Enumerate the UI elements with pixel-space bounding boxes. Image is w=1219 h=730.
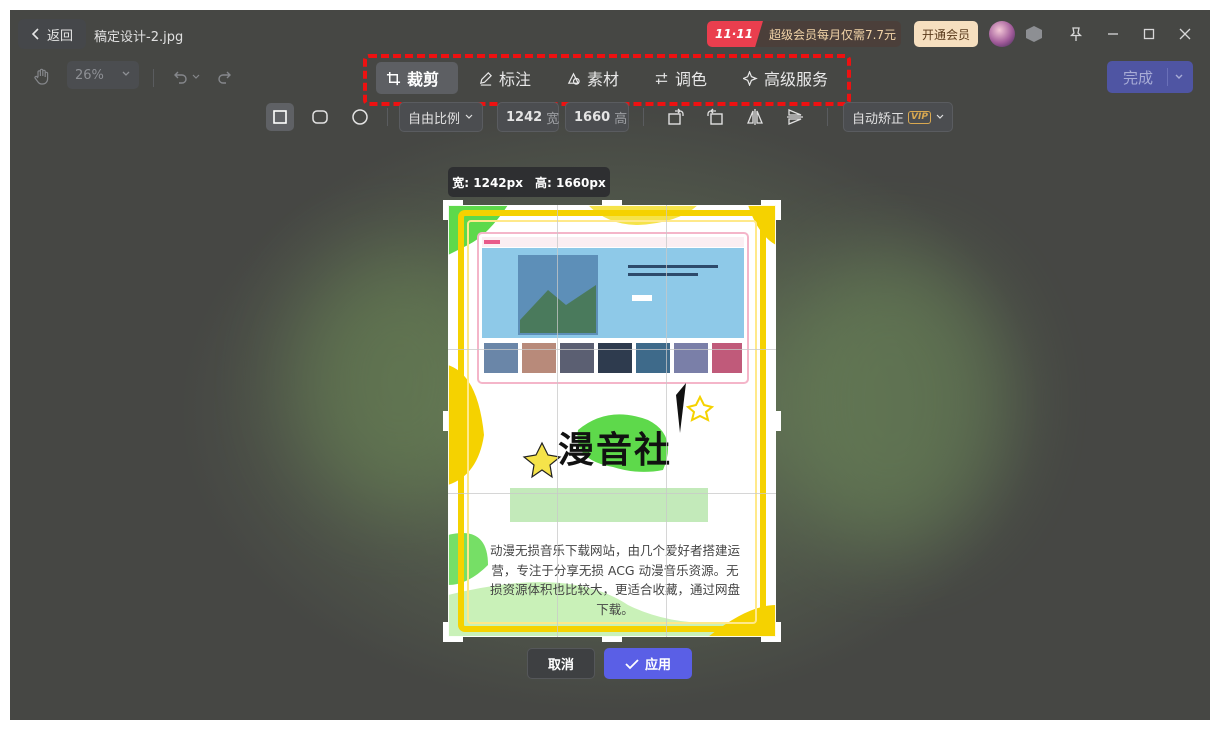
height-value: 1660 <box>574 109 611 125</box>
flip-vertical-icon[interactable] <box>785 107 805 127</box>
chevron-down-icon <box>936 114 944 119</box>
height-unit: 高 <box>614 111 628 127</box>
tooltip-height: 高: 1660px <box>535 175 606 190</box>
badge-icon[interactable] <box>1026 26 1042 42</box>
flip-horizontal-icon[interactable] <box>745 107 765 127</box>
main-toolbar: 26% 裁剪 标注 素材 调色 高级服务 完成 <box>10 54 1210 106</box>
rotate-right-icon[interactable] <box>705 107 725 127</box>
close-icon[interactable] <box>1175 24 1195 44</box>
tab-label: 素材 <box>587 70 620 89</box>
back-label: 返回 <box>46 28 73 44</box>
chevron-down-icon[interactable] <box>1173 67 1185 87</box>
promo-badge: 11·11 <box>707 21 763 47</box>
height-input[interactable]: 1660 高 <box>565 102 629 132</box>
width-input[interactable]: 1242 宽 <box>497 102 559 132</box>
sparkle-icon <box>743 70 758 86</box>
width-unit: 宽 <box>546 111 560 127</box>
minimize-icon[interactable] <box>1103 24 1123 44</box>
grid-line <box>448 493 776 494</box>
grid-line <box>557 205 558 637</box>
avatar[interactable] <box>989 21 1015 47</box>
tab-advanced[interactable]: 高级服务 <box>733 62 838 94</box>
hand-icon[interactable] <box>32 67 52 87</box>
title-bar: 返回 稿定设计-2.jpg 11·11 超级会员每月仅需7.7元 开通会员 <box>10 10 1210 58</box>
crop-handle-top-left[interactable] <box>443 200 448 220</box>
app-window: 返回 稿定设计-2.jpg 11·11 超级会员每月仅需7.7元 开通会员 26… <box>10 10 1210 720</box>
adjust-icon <box>655 72 668 84</box>
maximize-icon[interactable] <box>1139 24 1159 44</box>
tab-label: 高级服务 <box>764 70 829 89</box>
pen-icon <box>479 71 492 86</box>
back-button[interactable]: 返回 <box>18 19 86 49</box>
crop-handle-top[interactable] <box>602 200 622 205</box>
chevron-down-icon <box>122 71 130 76</box>
tab-adjust[interactable]: 调色 <box>644 62 717 94</box>
zoom-select[interactable]: 26% <box>67 61 139 89</box>
crop-options-bar: 自由比例 1242 宽 1660 高 自动矫正 VIP <box>10 102 1210 136</box>
chevron-down-icon[interactable] <box>191 67 201 87</box>
grid-line <box>666 205 667 637</box>
vip-tag: VIP <box>908 110 931 124</box>
bg-blur <box>770 250 1010 550</box>
crop-handle-bottom-right[interactable] <box>776 622 781 642</box>
file-name: 稿定设计-2.jpg <box>94 30 184 45</box>
rotate-left-icon[interactable] <box>666 107 686 127</box>
check-icon <box>625 658 639 669</box>
ratio-select[interactable]: 自由比例 <box>399 102 483 132</box>
tab-material[interactable]: 素材 <box>556 62 629 94</box>
crop-handle-left[interactable] <box>443 411 448 431</box>
auto-label: 自动矫正 <box>852 111 905 127</box>
square-icon[interactable] <box>266 103 294 131</box>
width-value: 1242 <box>506 109 543 125</box>
zoom-value: 26% <box>75 67 104 83</box>
open-vip-button[interactable]: 开通会员 <box>914 21 978 47</box>
promo-text: 超级会员每月仅需7.7元 <box>768 27 897 42</box>
tooltip-width: 宽: 1242px <box>452 175 523 190</box>
undo-icon[interactable] <box>170 67 190 87</box>
tab-label: 标注 <box>499 70 532 89</box>
grid-line <box>448 349 776 350</box>
apply-button[interactable]: 应用 <box>604 648 692 679</box>
material-icon <box>567 71 580 85</box>
crop-canvas[interactable]: 漫音社 动漫无损音乐下载网站，由几个爱好者搭建运营，专注于分享无损 ACG 动漫… <box>443 200 781 642</box>
tab-annotate[interactable]: 标注 <box>468 62 541 94</box>
crop-handle-bottom[interactable] <box>602 637 622 642</box>
divider <box>827 108 828 126</box>
done-button[interactable]: 完成 <box>1107 61 1193 93</box>
crop-handle-right[interactable] <box>776 411 781 431</box>
apply-label: 应用 <box>644 658 671 673</box>
chevron-down-icon <box>465 114 473 119</box>
auto-correct-select[interactable]: 自动矫正 VIP <box>843 102 953 132</box>
done-label: 完成 <box>1123 68 1154 87</box>
redo-icon[interactable] <box>215 67 235 87</box>
cancel-button[interactable]: 取消 <box>527 648 595 679</box>
tab-label: 调色 <box>675 70 708 89</box>
rounded-square-icon[interactable] <box>306 103 334 131</box>
crop-frame[interactable] <box>448 205 776 637</box>
divider <box>153 69 154 87</box>
ratio-value: 自由比例 <box>408 111 461 127</box>
tab-crop[interactable]: 裁剪 <box>376 62 458 94</box>
dimension-tooltip: 宽: 1242px 高: 1660px <box>448 167 610 197</box>
crop-handle-bottom-left[interactable] <box>443 622 448 642</box>
crop-handle-top-right[interactable] <box>776 200 781 220</box>
crop-icon <box>386 71 401 85</box>
circle-icon[interactable] <box>346 103 374 131</box>
divider <box>643 108 644 126</box>
pin-icon[interactable] <box>1066 24 1086 44</box>
divider <box>1167 68 1168 86</box>
divider <box>387 108 388 126</box>
chevron-left-icon <box>31 28 39 40</box>
promo-banner[interactable]: 11·11 超级会员每月仅需7.7元 <box>707 21 901 47</box>
tab-label: 裁剪 <box>407 70 440 89</box>
